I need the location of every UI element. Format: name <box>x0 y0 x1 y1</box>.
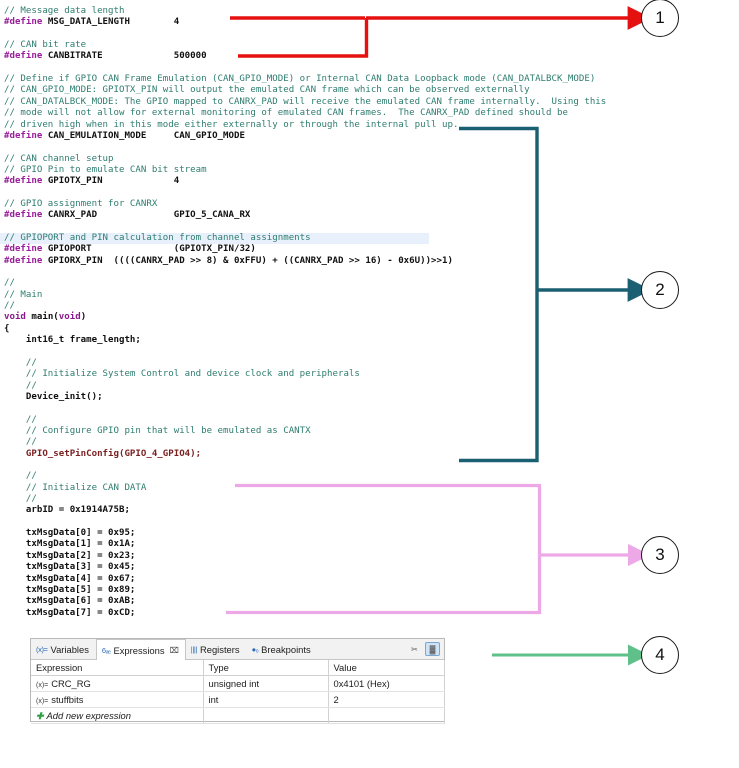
cell-add-expression[interactable]: ✚ Add new expression <box>31 707 204 724</box>
code-line[interactable]: // <box>4 381 37 392</box>
cell-type: unsigned int <box>203 675 329 692</box>
code-line[interactable]: #define CAN_EMULATION_MODE CAN_GPIO_MODE <box>4 131 245 142</box>
code-line[interactable]: // <box>4 358 37 369</box>
expressions-table[interactable]: Expression Type Value (x)= CRC_RG unsigned… <box>31 660 445 724</box>
code-line[interactable]: // Define if GPIO CAN Frame Emulation (C… <box>4 74 595 85</box>
layout-toggle-icon[interactable]: ▓ <box>425 642 440 656</box>
column-header-type[interactable]: Type <box>203 660 329 676</box>
code-line[interactable]: #define MSG_DATA_LENGTH 4 <box>4 17 179 28</box>
code-editor[interactable]: // Message data length #define MSG_DATA_L… <box>0 0 739 628</box>
plus-icon: ✚ <box>36 710 44 721</box>
code-line[interactable]: txMsgData[2] = 0x23; <box>4 551 136 562</box>
code-line[interactable]: Device_init(); <box>4 392 103 403</box>
tab-expressions[interactable]: 6ₐₑ Expressions ⌧ <box>95 639 186 660</box>
column-header-expression[interactable]: Expression <box>31 660 204 676</box>
code-line[interactable]: // <box>4 437 37 448</box>
code-line[interactable]: // <box>4 494 37 505</box>
code-line[interactable]: #define GPIOTX_PIN 4 <box>4 176 179 187</box>
code-line[interactable]: // <box>4 471 37 482</box>
variable-icon: (x)= <box>36 644 48 654</box>
expressions-table-body: (x)= CRC_RG unsigned int 0x4101 (Hex) (x)= st… <box>31 675 445 724</box>
code-line[interactable]: // Message data length <box>4 6 124 17</box>
column-header-value[interactable]: Value <box>328 660 445 676</box>
callout-badge-4: 4 <box>641 636 679 674</box>
code-line[interactable]: #define CANRX_PAD GPIO_5_CANA_RX <box>4 210 250 221</box>
tab-breakpoints[interactable]: ●ₒ Breakpoints <box>247 639 318 659</box>
variable-icon: (x)= <box>36 682 49 689</box>
registers-icon: |||| <box>190 644 198 654</box>
expression-name: CRC_RG <box>51 678 91 689</box>
code-line[interactable]: arbID = 0x1914A75B; <box>4 505 130 516</box>
code-line[interactable]: // Initialize CAN DATA <box>4 483 146 494</box>
debug-view-tabbar[interactable]: (x)= Variables 6ₐₑ Expressions ⌧ |||| Register… <box>31 639 444 660</box>
table-row[interactable]: (x)= CRC_RG unsigned int 0x4101 (Hex) <box>31 675 445 692</box>
add-expression-label: Add new expression <box>46 709 131 721</box>
code-line[interactable]: // mode will not allow for external moni… <box>4 108 568 119</box>
code-line[interactable]: // CAN_GPIO_MODE: GPIOTX_PIN will output… <box>4 85 530 96</box>
code-line[interactable]: // <box>4 278 15 289</box>
code-line[interactable]: txMsgData[4] = 0x67; <box>4 574 136 585</box>
tab-label: Expressions <box>113 644 165 656</box>
cell-expression[interactable]: (x)= CRC_RG <box>31 675 204 692</box>
code-line[interactable]: // CAN channel setup <box>4 154 114 165</box>
code-line[interactable]: // GPIOPORT and PIN calculation from cha… <box>0 233 429 245</box>
close-icon[interactable]: ⌧ <box>170 646 179 655</box>
code-line[interactable]: // <box>4 301 15 312</box>
code-line[interactable]: int16_t frame_length; <box>4 335 141 346</box>
cell-value-empty <box>328 707 445 724</box>
cell-value[interactable]: 0x4101 (Hex) <box>328 675 445 692</box>
panel-toolbar[interactable]: ✂ ▓ <box>407 639 444 659</box>
cell-value[interactable]: 2 <box>328 691 445 708</box>
code-line[interactable]: #define GPIORX_PIN ((((CANRX_PAD >> 8) &… <box>4 256 453 267</box>
code-line[interactable]: void main(void) <box>4 312 86 323</box>
table-row[interactable]: (x)= stuffbits int 2 <box>31 691 445 708</box>
cell-type: int <box>203 691 329 708</box>
code-line[interactable]: // CAN_DATALBCK_MODE: The GPIO mapped to… <box>4 97 606 108</box>
code-line[interactable]: txMsgData[1] = 0x1A; <box>4 539 136 550</box>
code-line[interactable]: txMsgData[0] = 0x95; <box>4 528 136 539</box>
code-line[interactable]: // Main <box>4 290 42 301</box>
code-line[interactable]: // CAN bit rate <box>4 40 86 51</box>
breakpoints-icon: ●ₒ <box>251 644 259 654</box>
code-line[interactable]: // GPIO assignment for CANRX <box>4 199 157 210</box>
tab-registers[interactable]: |||| Registers <box>186 639 247 659</box>
tab-label: Breakpoints <box>261 643 311 655</box>
tab-label: Variables <box>50 643 89 655</box>
expressions-icon: 6ₐₑ <box>101 645 111 655</box>
code-line[interactable]: // <box>4 415 37 426</box>
cell-expression[interactable]: (x)= stuffbits <box>31 691 204 708</box>
tab-variables[interactable]: (x)= Variables <box>31 639 96 659</box>
code-line[interactable]: // Configure GPIO pin that will be emula… <box>4 426 311 437</box>
code-line[interactable]: // driven high when in this mode either … <box>4 120 458 131</box>
code-line[interactable]: { <box>4 324 9 335</box>
code-line[interactable]: txMsgData[5] = 0x89; <box>4 585 136 596</box>
cell-type-empty <box>203 707 329 724</box>
code-line[interactable]: txMsgData[6] = 0xAB; <box>4 596 136 607</box>
expressions-debug-panel[interactable]: (x)= Variables 6ₐₑ Expressions ⌧ |||| Register… <box>30 638 445 724</box>
code-line[interactable]: // GPIO Pin to emulate CAN bit stream <box>4 165 207 176</box>
table-header-row: Expression Type Value <box>31 660 445 676</box>
code-line[interactable]: txMsgData[7] = 0xCD; <box>4 608 136 619</box>
add-new-expression-row[interactable]: ✚ Add new expression <box>31 707 445 724</box>
tab-label: Registers <box>199 643 240 655</box>
expression-name: stuffbits <box>51 694 84 705</box>
remove-all-expressions-icon[interactable]: ✂ <box>407 642 422 656</box>
code-line[interactable]: #define GPIOPORT (GPIOTX_PIN/32) <box>4 244 256 255</box>
variable-icon: (x)= <box>36 698 49 705</box>
code-line[interactable]: txMsgData[3] = 0x45; <box>4 562 136 573</box>
code-line[interactable]: #define CANBITRATE 500000 <box>4 51 207 62</box>
code-line[interactable]: GPIO_setPinConfig(GPIO_4_GPIO4); <box>4 449 201 460</box>
code-line[interactable]: // Initialize System Control and device … <box>4 369 360 380</box>
